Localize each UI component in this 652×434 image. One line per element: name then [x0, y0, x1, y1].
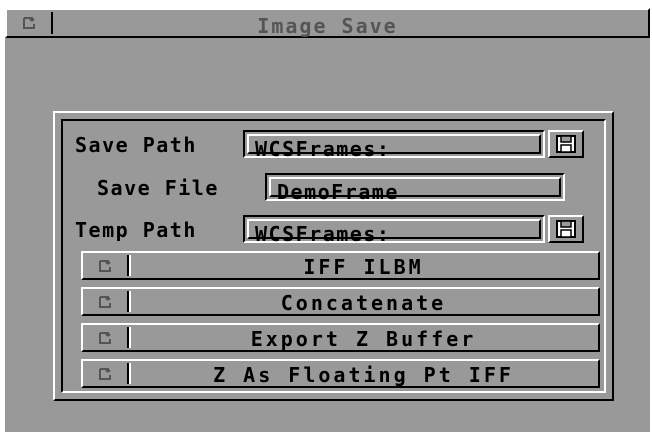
title-bar[interactable]: Image Save: [5, 8, 650, 38]
cycle-icon: [97, 259, 115, 273]
save-file-value: DemoFrame: [277, 180, 399, 204]
save-file-label: Save File: [97, 176, 219, 200]
save-path-label: Save Path: [75, 133, 197, 157]
save-path-disk-button[interactable]: [548, 130, 584, 158]
cycle-icon: [97, 331, 115, 345]
cycle-icon: [97, 367, 115, 381]
temp-path-disk-button[interactable]: [548, 215, 584, 243]
concatenate-cycle-button[interactable]: Concatenate: [81, 287, 600, 316]
save-file-field[interactable]: DemoFrame: [265, 173, 565, 204]
save-path-value: WCSFrames:: [255, 137, 391, 161]
z-floating-cycle-button[interactable]: Z As Floating Pt IFF: [81, 359, 600, 388]
window-title: Image Save: [257, 14, 398, 38]
format-cycle-button[interactable]: IFF ILBM: [81, 251, 600, 280]
cycle-gadget: [85, 255, 131, 276]
save-path-field[interactable]: WCSFrames:: [243, 130, 545, 161]
temp-path-field[interactable]: WCSFrames:: [243, 215, 545, 246]
settings-panel: Save Path WCSFrames: Save File DemoFrame…: [53, 111, 614, 401]
temp-path-value: WCSFrames:: [255, 222, 391, 246]
concatenate-cycle-label: Concatenate: [280, 291, 447, 315]
format-cycle-label: IFF ILBM: [303, 255, 424, 279]
disk-icon: [556, 220, 576, 238]
cycle-gadget: [85, 291, 131, 312]
export-zbuffer-cycle-label: Export Z Buffer: [250, 327, 477, 351]
image-save-window: Image Save Save Path WCSFrames: Save Fil…: [5, 8, 650, 432]
cycle-gadget: [85, 363, 131, 384]
cycle-gadget: [85, 327, 131, 348]
export-zbuffer-cycle-button[interactable]: Export Z Buffer: [81, 323, 600, 352]
cycle-icon: [97, 295, 115, 309]
temp-path-label: Temp Path: [75, 218, 197, 242]
settings-panel-inner: Save Path WCSFrames: Save File DemoFrame…: [61, 119, 606, 393]
disk-icon: [556, 135, 576, 153]
z-floating-cycle-label: Z As Floating Pt IFF: [213, 363, 514, 387]
